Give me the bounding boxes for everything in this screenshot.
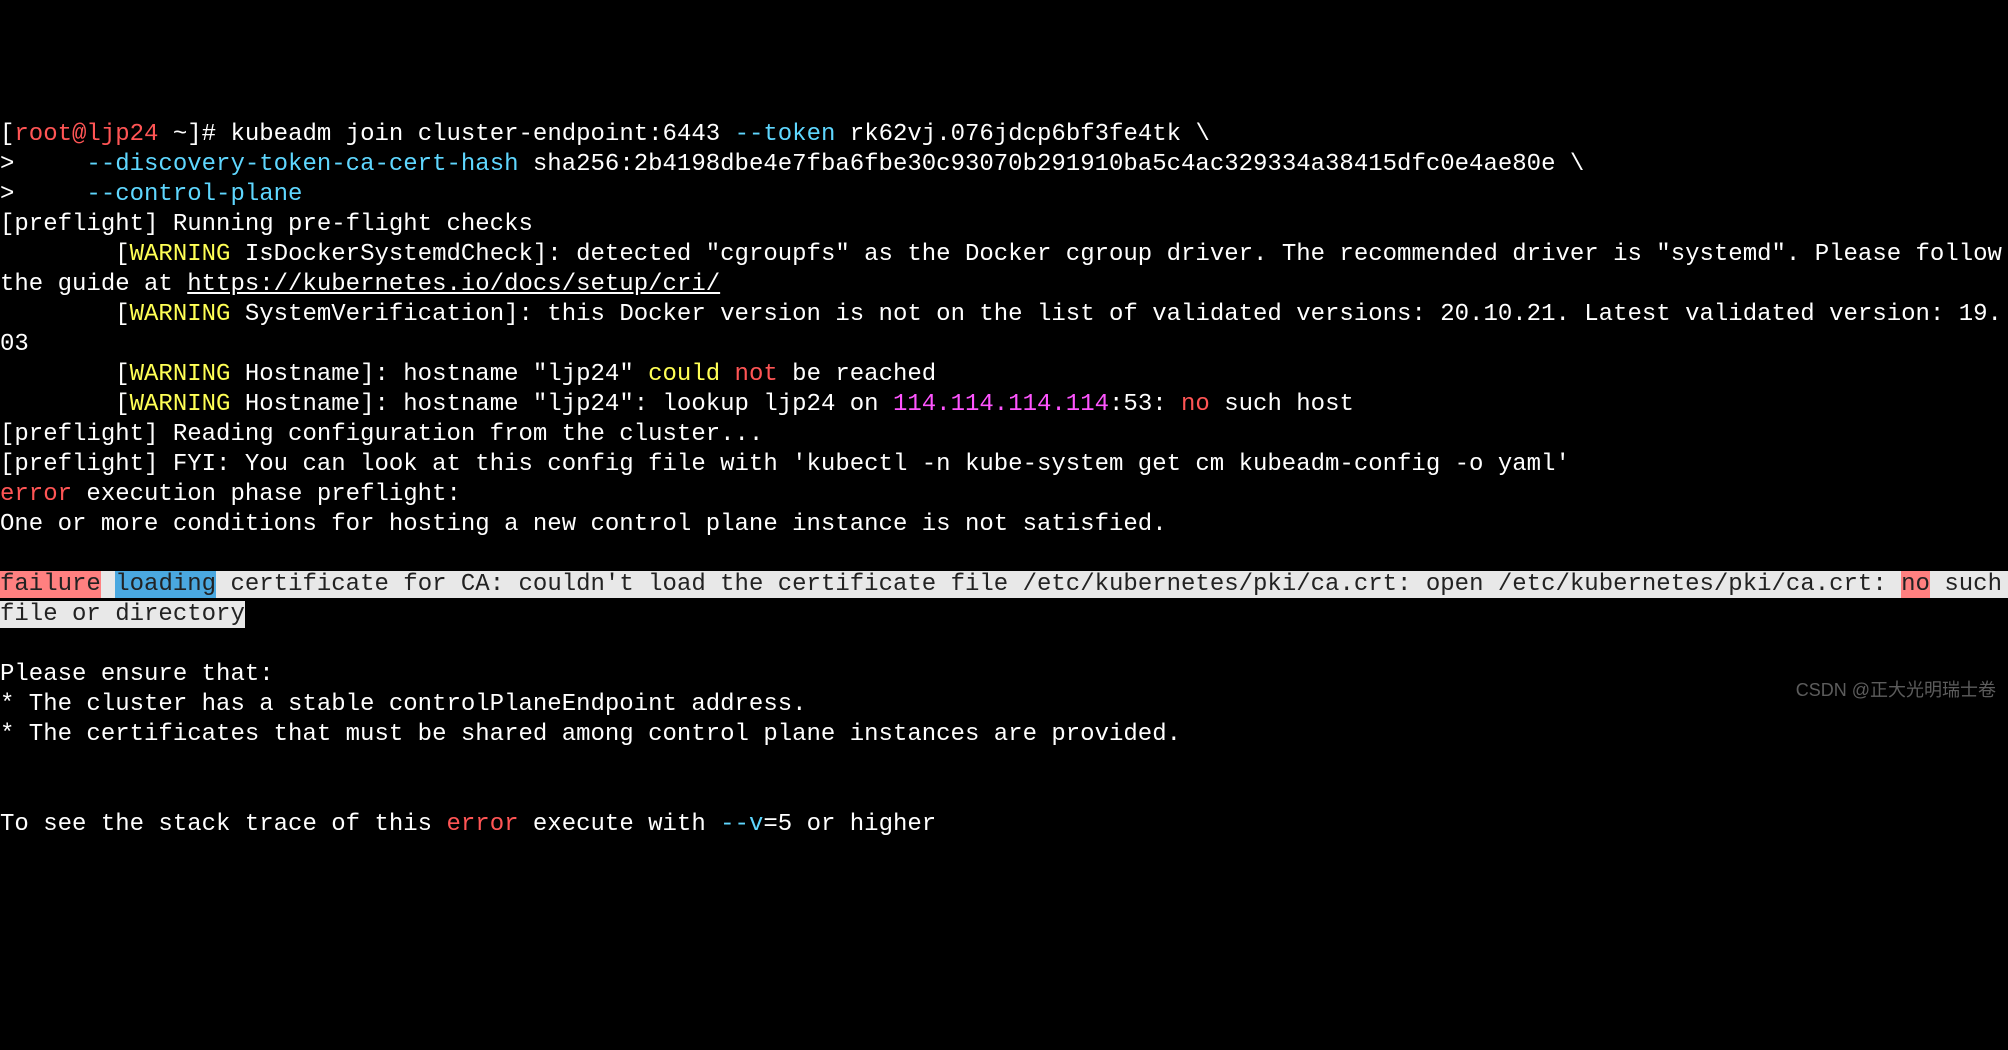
error-word: error xyxy=(446,811,518,838)
warning-hostname-reach: [WARNING Hostname]: hostname "ljp24" cou… xyxy=(0,361,936,388)
warning-tag: WARNING xyxy=(130,391,231,418)
user-host: root@ljp24 xyxy=(14,121,158,148)
terminal-output: [root@ljp24 ~]# kubeadm join cluster-end… xyxy=(0,120,2008,840)
warning-docker-systemd: [WARNING IsDockerSystemdCheck]: detected… xyxy=(0,241,2008,298)
ensure-bullet-2: * The certificates that must be shared a… xyxy=(0,721,1181,748)
error-conditions: One or more conditions for hosting a new… xyxy=(0,511,1167,538)
continuation-line-1: > --discovery-token-ca-cert-hash sha256:… xyxy=(0,151,1584,178)
error-word: error xyxy=(0,481,72,508)
prompt-line: [root@ljp24 ~]# kubeadm join cluster-end… xyxy=(0,121,1210,148)
dns-ip: 114.114.114.114 xyxy=(893,391,1109,418)
warning-system-verification: [WARNING SystemVerification]: this Docke… xyxy=(0,301,2002,358)
warning-tag: WARNING xyxy=(130,301,231,328)
warning-tag: WARNING xyxy=(130,361,231,388)
continuation-line-2: > --control-plane xyxy=(0,181,302,208)
ensure-bullet-1: * The cluster has a stable controlPlaneE… xyxy=(0,691,807,718)
failure-highlight-line: failure loading certificate for CA: coul… xyxy=(0,571,2008,628)
csdn-watermark: CSDN @正大光明瑞士卷 xyxy=(1796,679,1996,702)
flag-token: --token xyxy=(735,121,836,148)
failure-word: failure xyxy=(0,571,101,598)
ensure-heading: Please ensure that: xyxy=(0,661,274,688)
warning-hostname-lookup: [WARNING Hostname]: hostname "ljp24": lo… xyxy=(0,391,1354,418)
stack-trace-hint: To see the stack trace of this error exe… xyxy=(0,811,936,838)
flag-control-plane: --control-plane xyxy=(86,181,302,208)
cri-docs-link[interactable]: https://kubernetes.io/docs/setup/cri/ xyxy=(187,271,720,298)
loading-word: loading xyxy=(115,571,216,598)
verbose-flag: --v xyxy=(720,811,763,838)
error-exec-phase: error execution phase preflight: xyxy=(0,481,475,508)
warning-tag: WARNING xyxy=(130,241,231,268)
flag-discovery-hash: --discovery-token-ca-cert-hash xyxy=(86,151,518,178)
preflight-read-config: [preflight] Reading configuration from t… xyxy=(0,421,763,448)
no-word: no xyxy=(1901,571,1930,598)
preflight-run: [preflight] Running pre-flight checks xyxy=(0,211,533,238)
preflight-fyi: [preflight] FYI: You can look at this co… xyxy=(0,451,1570,478)
